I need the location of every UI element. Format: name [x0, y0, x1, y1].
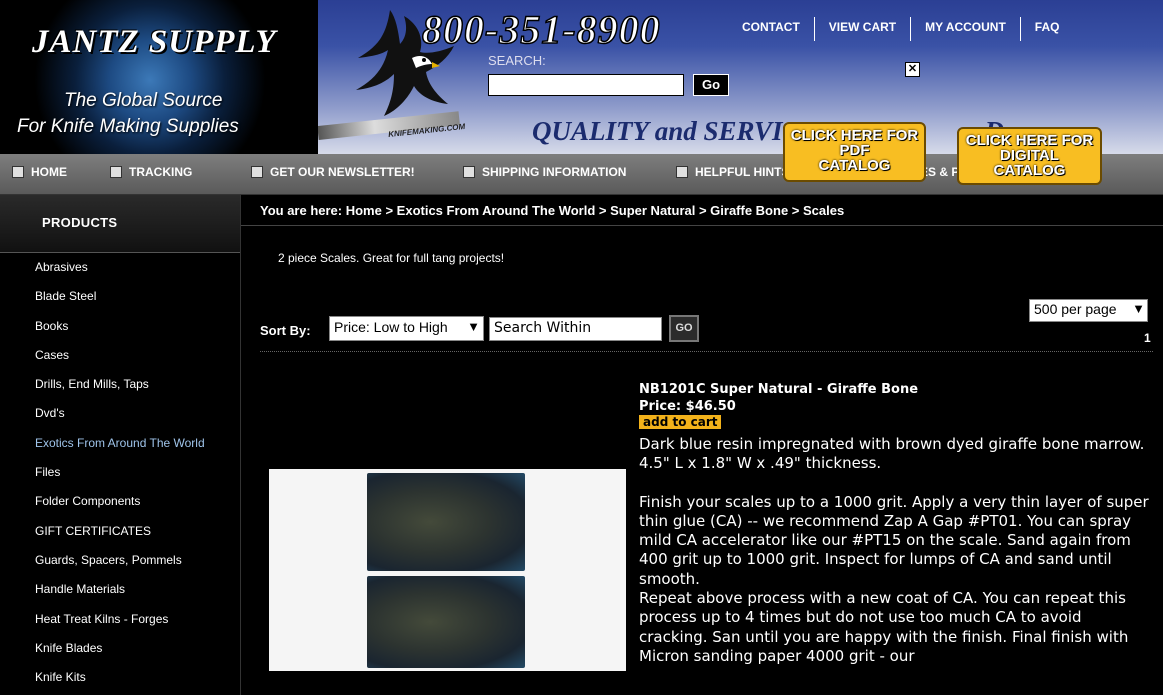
product-description: Dark blue resin impregnated with brown d… — [639, 435, 1149, 666]
sidebar-item[interactable]: Exotics From Around The World — [0, 429, 240, 458]
sidebar-item[interactable]: Blade Steel — [0, 282, 240, 311]
sort-label: Sort By: — [260, 323, 311, 338]
sidebar-item[interactable]: Books — [0, 312, 240, 341]
product-title[interactable]: NB1201C Super Natural - Giraffe Bone — [639, 382, 918, 397]
sort-value: Price: Low to High — [334, 319, 448, 335]
sidebar-item[interactable]: Abrasives — [0, 253, 240, 282]
sidebar-item[interactable]: Handle Materials — [0, 575, 240, 604]
close-icon[interactable]: ✕ — [905, 62, 920, 77]
main-content: You are here: Home > Exotics From Around… — [240, 195, 1163, 695]
nav-label: TRACKING — [129, 165, 193, 179]
sidebar-item[interactable]: GIFT CERTIFICATES — [0, 517, 240, 546]
logo-tagline-2: For Knife Making Supplies — [17, 116, 239, 137]
description-line — [639, 474, 1149, 493]
phone-number: 800-351-8900 — [421, 6, 661, 53]
digital-catalog-line-2: DIGITAL — [1000, 147, 1059, 164]
description-line: Dark blue resin impregnated with brown d… — [639, 435, 1145, 453]
top-links: CONTACT VIEW CART MY ACCOUNT FAQ — [728, 17, 1073, 41]
top-link-view-cart[interactable]: VIEW CART — [815, 17, 912, 41]
chevron-down-icon: ▼ — [1132, 301, 1145, 316]
sidebar-item[interactable]: Dvd's — [0, 399, 240, 428]
nav-item-shipping[interactable]: SHIPPING INFORMATION — [463, 165, 626, 179]
checkbox-icon — [110, 166, 122, 178]
description-line: Repeat above process with a new coat of … — [639, 589, 1129, 665]
quality-slogan-text: QUALITY and SERVICE — [532, 116, 819, 146]
products-header: PRODUCTS — [0, 195, 240, 253]
sidebar-item[interactable]: Heat Treat Kilns - Forges — [0, 605, 240, 634]
scale-piece-top — [367, 473, 525, 571]
nav-item-tracking[interactable]: TRACKING — [110, 165, 192, 179]
sidebar-item[interactable]: Folder Components — [0, 487, 240, 516]
nav-label: SHIPPING INFORMATION — [482, 165, 627, 179]
products-title: PRODUCTS — [42, 215, 118, 230]
category-intro: 2 piece Scales. Great for full tang proj… — [278, 251, 505, 265]
checkbox-icon — [251, 166, 263, 178]
site-logo[interactable]: JANTZ SUPPLY The Global Source For Knife… — [0, 0, 318, 154]
search-within-go-button[interactable]: GO — [669, 315, 699, 342]
search-within-input[interactable]: Search Within — [489, 317, 662, 341]
pdf-catalog-button[interactable]: CLICK HERE FOR PDF CATALOG — [783, 122, 926, 182]
product-price: Price: $46.50 — [639, 399, 736, 414]
pdf-catalog-line-1: CLICK HERE FOR — [790, 127, 919, 144]
sidebar-item[interactable]: Cases — [0, 341, 240, 370]
per-page-select[interactable]: 500 per page ▼ — [1029, 299, 1148, 322]
sidebar-item[interactable]: Knife Blades — [0, 634, 240, 663]
chevron-down-icon: ▼ — [467, 319, 480, 334]
digital-catalog-button[interactable]: CLICK HERE FOR DIGITAL CATALOG — [957, 127, 1102, 185]
search-label: SEARCH: — [488, 53, 546, 68]
sidebar-item[interactable]: Guards, Spacers, Pommels — [0, 546, 240, 575]
digital-catalog-line-1: CLICK HERE FOR — [965, 132, 1094, 149]
digital-catalog-line-3: CATALOG — [993, 162, 1066, 179]
results-divider — [260, 351, 1153, 352]
per-page-value: 500 per page — [1034, 301, 1117, 317]
pdf-catalog-line-3: CATALOG — [818, 157, 891, 174]
nav-item-home[interactable]: HOME — [12, 165, 67, 179]
page-number[interactable]: 1 — [1144, 331, 1151, 345]
pdf-catalog-line-2: PDF — [839, 142, 870, 159]
description-line: 4.5" L x 1.8" W x .49" thickness. — [639, 454, 882, 473]
scale-piece-bottom — [367, 576, 525, 668]
nav-label: HELPFUL HINTS — [695, 165, 790, 179]
category-list: Abrasives Blade Steel Books Cases Drills, En… — [0, 253, 240, 692]
top-link-contact[interactable]: CONTACT — [728, 17, 815, 41]
checkbox-icon — [463, 166, 475, 178]
logo-tagline-1: The Global Source — [64, 90, 223, 111]
search-go-button[interactable]: Go — [693, 74, 729, 96]
nav-item-helpful-hints[interactable]: HELPFUL HINTS — [676, 165, 789, 179]
search-input[interactable] — [488, 74, 684, 96]
add-to-cart-button[interactable]: add to cart — [639, 415, 722, 429]
breadcrumb: You are here: Home > Exotics From Around… — [260, 203, 845, 218]
nav-label: HOME — [31, 165, 67, 179]
breadcrumb-divider — [241, 225, 1163, 226]
checkbox-icon — [676, 166, 688, 178]
top-link-my-account[interactable]: MY ACCOUNT — [911, 17, 1021, 41]
description-line: Finish your scales up to a 1000 grit. Ap… — [639, 492, 1149, 588]
products-sidebar: PRODUCTS Abrasives Blade Steel Books Cases D… — [0, 195, 240, 695]
product-image[interactable] — [269, 469, 626, 671]
sort-select[interactable]: Price: Low to High ▼ — [329, 316, 484, 341]
checkbox-icon — [12, 166, 24, 178]
nav-item-newsletter[interactable]: GET OUR NEWSLETTER! — [251, 165, 415, 179]
top-link-faq[interactable]: FAQ — [1021, 17, 1074, 41]
sidebar-item[interactable]: Knife Kits — [0, 663, 240, 692]
sidebar-item[interactable]: Files — [0, 458, 240, 487]
quality-slogan: QUALITY and SERVICEDep — [532, 116, 1030, 147]
logo-title: JANTZ SUPPLY — [32, 24, 277, 60]
nav-label: GET OUR NEWSLETTER! — [270, 165, 415, 179]
sidebar-item[interactable]: Drills, End Mills, Taps — [0, 370, 240, 399]
